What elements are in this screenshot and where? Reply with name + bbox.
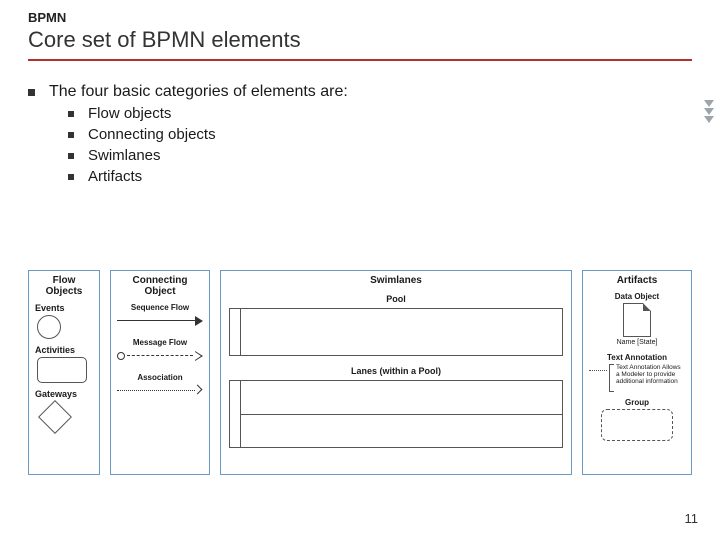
label-group: Group [589, 398, 685, 407]
bullet-main-text: The four basic categories of elements ar… [49, 83, 348, 101]
sub-bullet: Flow objects [68, 105, 692, 122]
sub-bullet-text: Flow objects [88, 105, 171, 122]
bullet-icon [28, 89, 35, 96]
sub-bullet-text: Artifacts [88, 168, 142, 185]
sequence-flow-icon [117, 314, 203, 328]
bullet-icon [68, 174, 74, 180]
diagram-panels: Flow Objects Events Activities Gateways … [28, 270, 692, 475]
gateway-icon [38, 400, 72, 434]
label-text-annotation: Text Annotation [589, 353, 685, 362]
activity-icon [37, 357, 87, 383]
sub-bullet-text: Swimlanes [88, 147, 161, 164]
bullet-icon [68, 153, 74, 159]
panel-swimlanes: Swimlanes Pool Lanes (within a Pool) [220, 270, 572, 475]
panel-title: Flow Objects [35, 275, 93, 297]
bullet-icon [68, 111, 74, 117]
page-number: 11 [685, 511, 699, 526]
text-annotation-sample: Text Annotation Allows a Modeler to prov… [616, 364, 685, 385]
panel-title: Artifacts [589, 275, 685, 286]
sub-bullet: Artifacts [68, 168, 692, 185]
panel-title: Swimlanes [227, 275, 565, 286]
message-flow-icon [117, 349, 203, 363]
bullet-icon [68, 132, 74, 138]
data-object-icon [623, 303, 651, 337]
data-object-caption: Name [State] [589, 339, 685, 347]
group-icon [601, 409, 673, 441]
decorative-arrows [704, 100, 714, 123]
slide-kicker: BPMN [28, 10, 692, 25]
sub-bullet: Swimlanes [68, 147, 692, 164]
label-pool: Pool [227, 294, 565, 304]
label-activities: Activities [35, 345, 93, 355]
label-events: Events [35, 303, 93, 313]
sub-bullet: Connecting objects [68, 126, 692, 143]
label-sequence-flow: Sequence Flow [117, 303, 203, 312]
label-lanes: Lanes (within a Pool) [227, 366, 565, 376]
panel-title: Connecting Object [117, 275, 203, 297]
lanes-icon [229, 380, 563, 448]
label-data-object: Data Object [589, 292, 685, 301]
association-icon [117, 384, 203, 398]
panel-artifacts: Artifacts Data Object Name [State] Text … [582, 270, 692, 475]
label-gateways: Gateways [35, 389, 93, 399]
sub-bullet-text: Connecting objects [88, 126, 216, 143]
pool-icon [229, 308, 563, 356]
label-message-flow: Message Flow [117, 338, 203, 347]
slide-title: Core set of BPMN elements [28, 27, 692, 53]
label-association: Association [117, 373, 203, 382]
panel-flow-objects: Flow Objects Events Activities Gateways [28, 270, 100, 475]
panel-connecting-object: Connecting Object Sequence Flow Message … [110, 270, 210, 475]
bullet-main: The four basic categories of elements ar… [28, 83, 692, 101]
text-annotation-icon: Text Annotation Allows a Modeler to prov… [589, 364, 685, 392]
event-icon [37, 315, 61, 339]
